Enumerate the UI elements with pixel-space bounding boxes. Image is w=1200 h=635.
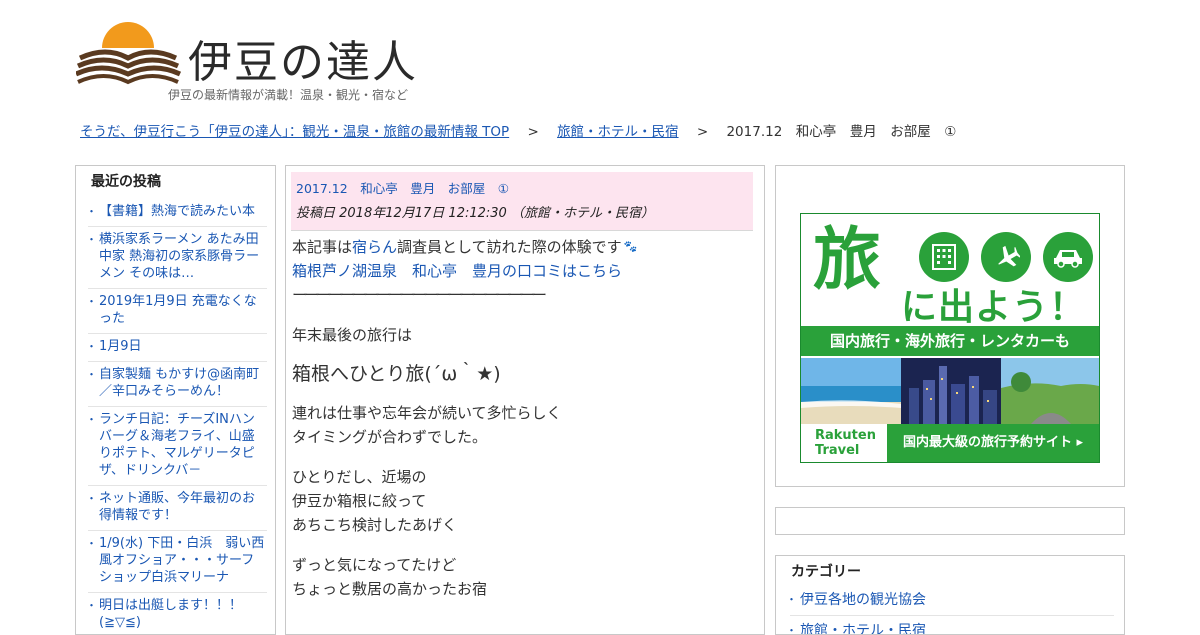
recent-post-link[interactable]: 2019年1月9日 充電なくなった — [99, 294, 257, 326]
site-logo[interactable]: 伊豆の達人 伊豆の最新情報が満載！温泉・観光・宿など — [76, 18, 436, 108]
site-tagline: 伊豆の最新情報が満載！温泉・観光・宿など — [168, 88, 409, 102]
banner-cta[interactable]: 国内最大級の旅行予約サイト ▸ — [887, 424, 1099, 462]
breadcrumb-current: 2017.12 和心亭 豊月 お部屋 ① — [726, 124, 957, 140]
list-item: 2019年1月9日 充電なくなった — [86, 289, 267, 334]
banner-tagline: 国内旅行・海外旅行・レンタカーも — [801, 326, 1099, 356]
rakuten-travel-banner[interactable]: 旅 に出よう！ 国内旅行・海外旅行・レンタカーも Rakuten Travel … — [800, 213, 1100, 463]
recent-posts-widget: 最近の投稿 【書籍】熱海で読みたい本 横浜家系ラーメン あたみ田中家 熱海初の家… — [75, 165, 276, 635]
rule-line: ーーーーーーーーーーーーーーーーーーーーー — [292, 286, 547, 304]
list-item: 【書籍】熱海で読みたい本 — [86, 199, 267, 227]
rakuten-travel-logo: Rakuten Travel — [801, 424, 887, 462]
list-item: ランチ日記：チーズINハンバーグ＆海老フライ、山盛りポテト、マルゲリータピザ、ド… — [86, 407, 267, 486]
ad-widget: 旅 に出よう！ 国内旅行・海外旅行・レンタカーも Rakuten Travel … — [775, 165, 1125, 487]
highlight-heading: 箱根へひとり旅(´ω｀★) — [292, 363, 501, 385]
list-item: 1/9(水) 下田・白浜 弱い西風オフショア・・・サーフショップ白浜マリーナ — [86, 531, 267, 593]
recent-post-link[interactable]: 1/9(水) 下田・白浜 弱い西風オフショア・・・サーフショップ白浜マリーナ — [99, 536, 264, 585]
paragraph: 伊豆か箱根に絞って — [292, 492, 427, 510]
countryside-photo — [1001, 358, 1099, 424]
category-link[interactable]: 旅館・ホテル・民宿 — [800, 623, 926, 634]
recent-post-link[interactable]: ネット通販、今年最初のお得情報です！ — [99, 491, 255, 523]
list-item: 自家製麺 もかすけ@函南町／辛口みそらーめん！ — [86, 362, 267, 407]
recent-post-link[interactable]: 1月9日 — [99, 339, 142, 354]
breadcrumb-home-link[interactable]: そうだ、伊豆行こう「伊豆の達人」：観光・温泉・旅館の最新情報 TOP — [80, 124, 509, 140]
recent-posts-list: 【書籍】熱海で読みたい本 横浜家系ラーメン あたみ田中家 熱海初の家系豚骨ラーメ… — [76, 199, 275, 634]
breadcrumb-separator: > — [696, 124, 709, 140]
category-link[interactable]: 伊豆各地の観光協会 — [800, 592, 926, 608]
list-item: 伊豆各地の観光協会 — [786, 591, 1114, 616]
banner-photos — [801, 358, 1099, 424]
categories-widget: カテゴリー 伊豆各地の観光協会 旅館・ホテル・民宿 — [775, 555, 1125, 635]
sun-over-book-logo-icon — [76, 22, 186, 88]
article: 2017.12 和心亭 豊月 お部屋 ① 投稿日 2018年12月17日 12:… — [285, 165, 765, 635]
banner-cta-label: 国内最大級の旅行予約サイト — [902, 435, 1072, 450]
list-item: 1月9日 — [86, 334, 267, 362]
brand-line: Rakuten — [815, 428, 876, 443]
categories-heading: カテゴリー — [791, 564, 861, 580]
list-item: 横浜家系ラーメン あたみ田中家 熱海初の家系豚骨ラーメン その味は… — [86, 227, 267, 289]
article-meta: 投稿日 2018年12月17日 12:12:30 （旅館・ホテル・民宿） — [296, 206, 654, 221]
brand-line: Travel — [815, 443, 860, 458]
list-item: 旅館・ホテル・民宿 — [786, 622, 1114, 634]
article-header: 2017.12 和心亭 豊月 お部屋 ① 投稿日 2018年12月17日 12:… — [291, 172, 753, 230]
banner-footer: Rakuten Travel 国内最大級の旅行予約サイト ▸ — [801, 424, 1099, 462]
intro-text: 本記事は — [292, 238, 353, 256]
breadcrumb: そうだ、伊豆行こう「伊豆の達人」：観光・温泉・旅館の最新情報 TOP > 旅館・… — [80, 120, 956, 140]
paragraph: タイミングが合わずでした。 — [292, 428, 488, 446]
site-title: 伊豆の達人 — [188, 37, 418, 88]
paragraph: 年末最後の旅行は — [292, 326, 413, 344]
arrow-right-icon: ▸ — [1076, 435, 1084, 450]
list-item: 明日は出艇します！！！(≧▽≦) — [86, 593, 267, 634]
beach-photo — [801, 358, 901, 424]
recent-post-link[interactable]: 横浜家系ラーメン あたみ田中家 熱海初の家系豚骨ラーメン その味は… — [99, 232, 259, 281]
banner-big-char: 旅 — [813, 220, 882, 300]
banner-headline: に出よう！ — [901, 287, 1087, 328]
paragraph: ずっと気になってたけど — [292, 556, 457, 574]
recent-posts-heading: 最近の投稿 — [91, 174, 161, 190]
paw-print-icon: 🐾 — [623, 240, 638, 253]
list-item: ネット通販、今年最初のお得情報です！ — [86, 486, 267, 531]
paragraph: 連れは仕事や忘年会が続いて多忙らしく — [292, 404, 562, 422]
intro-text: 調査員として訪れた際の体験です — [397, 238, 622, 256]
recent-post-link[interactable]: 自家製麺 もかすけ@函南町／辛口みそらーめん！ — [99, 367, 259, 399]
paragraph: あちこち検討したあげく — [292, 516, 458, 534]
recent-post-link[interactable]: 明日は出艇します！！！(≧▽≦) — [99, 598, 242, 630]
recent-post-link[interactable]: ランチ日記：チーズINハンバーグ＆海老フライ、山盛りポテト、マルゲリータピザ、ド… — [99, 412, 255, 478]
intro-line: 本記事は宿らん調査員として訪れた際の体験です 🐾 — [292, 235, 753, 259]
article-title[interactable]: 2017.12 和心亭 豊月 お部屋 ① — [296, 180, 753, 198]
paragraph: ちょっと敷居の高かったお宿 — [292, 580, 488, 598]
yadoran-link[interactable]: 宿らん — [352, 238, 397, 256]
empty-widget — [775, 507, 1125, 535]
hotel-icon — [919, 232, 969, 282]
recent-post-link[interactable]: 【書籍】熱海で読みたい本 — [99, 204, 255, 219]
car-icon — [1043, 232, 1093, 282]
breadcrumb-category-link[interactable]: 旅館・ホテル・民宿 — [557, 124, 679, 140]
review-link[interactable]: 箱根芦ノ湖温泉 和心亭 豊月の口コミはこちら — [292, 262, 622, 280]
paragraph: ひとりだし、近場の — [292, 468, 427, 486]
article-body: 本記事は宿らん調査員として訪れた際の体験です 🐾 箱根芦ノ湖温泉 和心亭 豊月の口… — [286, 231, 764, 601]
breadcrumb-separator: > — [527, 124, 539, 140]
airplane-icon — [981, 232, 1031, 282]
city-night-photo — [901, 358, 1001, 424]
categories-list: 伊豆各地の観光協会 旅館・ホテル・民宿 — [776, 591, 1124, 634]
